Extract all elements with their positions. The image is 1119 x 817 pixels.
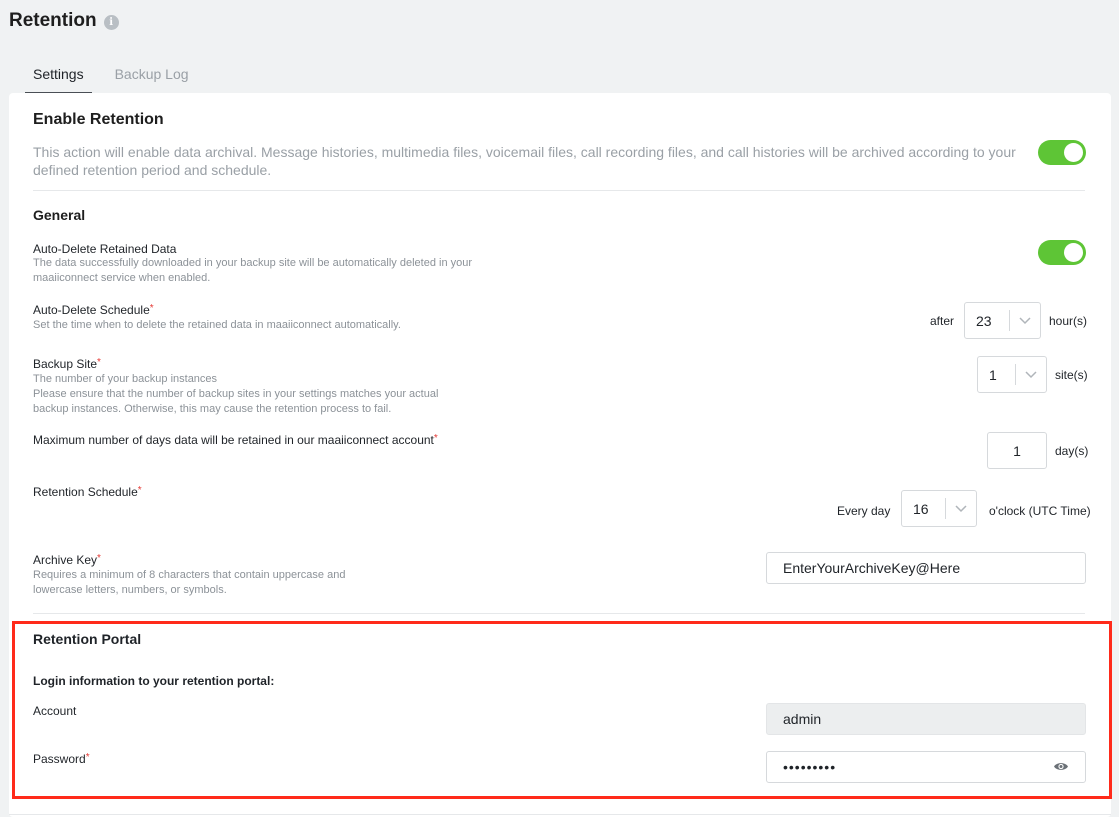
max-days-label: Maximum number of days data will be reta… bbox=[33, 433, 438, 447]
toggle-knob bbox=[1064, 243, 1083, 262]
backup-site-select[interactable]: 1 bbox=[977, 356, 1047, 393]
backup-site-label: Backup Site* bbox=[33, 357, 101, 371]
enable-retention-desc-line1: This action will enable data archival. M… bbox=[33, 144, 1016, 160]
archive-key-label-text: Archive Key bbox=[33, 553, 98, 567]
archive-key-input[interactable]: EnterYourArchiveKey@Here bbox=[766, 552, 1086, 584]
auto-delete-hour-select[interactable]: 23 bbox=[964, 302, 1041, 339]
chevron-down-icon bbox=[946, 504, 976, 513]
select-value: 1 bbox=[989, 366, 997, 383]
after-label: after bbox=[930, 314, 955, 328]
auto-delete-label: Auto-Delete Retained Data bbox=[33, 242, 177, 256]
chevron-down-icon bbox=[1016, 370, 1046, 379]
every-day-label: Every day bbox=[837, 504, 891, 518]
oclock-unit: o'clock (UTC Time) bbox=[989, 504, 1091, 518]
chevron-down-icon bbox=[1010, 316, 1040, 325]
select-value: 23 bbox=[976, 312, 992, 329]
hours-unit: hour(s) bbox=[1049, 314, 1088, 328]
tab-bar: Settings Backup Log bbox=[25, 60, 212, 94]
auto-delete-schedule-label: Auto-Delete Schedule* bbox=[33, 303, 154, 317]
divider bbox=[33, 190, 1085, 191]
archive-key-desc-line2: lowercase letters, numbers, or symbols. bbox=[33, 584, 227, 596]
archive-key-label: Archive Key* bbox=[33, 553, 101, 567]
required-marker: * bbox=[97, 357, 101, 368]
max-days-label-text: Maximum number of days data will be reta… bbox=[33, 433, 434, 447]
archive-key-desc: Requires a minimum of 8 characters that … bbox=[33, 568, 345, 598]
required-marker: * bbox=[149, 303, 154, 314]
required-marker: * bbox=[433, 433, 438, 444]
select-value: 16 bbox=[913, 500, 929, 517]
enable-retention-toggle[interactable] bbox=[1038, 140, 1086, 165]
toggle-knob bbox=[1064, 143, 1083, 162]
divider bbox=[33, 613, 1085, 614]
retention-schedule-label: Retention Schedule* bbox=[33, 485, 142, 499]
retention-hour-select[interactable]: 16 bbox=[901, 490, 977, 527]
backup-site-desc-line1: The number of your backup instances bbox=[33, 373, 218, 385]
auto-delete-desc-line2: maaiiconnect service when enabled. bbox=[33, 272, 211, 284]
backup-site-desc-line3: backup instances. Otherwise, this may ca… bbox=[33, 403, 392, 415]
page-title: Retention bbox=[9, 10, 97, 31]
bottom-divider bbox=[9, 814, 1111, 815]
enable-retention-title: Enable Retention bbox=[33, 111, 164, 128]
max-days-input[interactable]: 1 bbox=[987, 432, 1047, 469]
auto-delete-schedule-label-text: Auto-Delete Schedule bbox=[33, 303, 150, 317]
page-header: Retention i bbox=[9, 10, 119, 32]
backup-site-label-text: Backup Site bbox=[33, 357, 98, 371]
enable-retention-desc-line2: defined retention period and schedule. bbox=[33, 162, 272, 178]
auto-delete-desc: The data successfully downloaded in your… bbox=[33, 256, 472, 286]
tab-settings[interactable]: Settings bbox=[25, 60, 92, 94]
auto-delete-desc-line1: The data successfully downloaded in your… bbox=[33, 257, 473, 269]
backup-site-desc-line2: Please ensure that the number of backup … bbox=[33, 388, 439, 400]
info-icon[interactable]: i bbox=[103, 14, 119, 30]
days-unit: day(s) bbox=[1055, 444, 1089, 458]
backup-site-desc: The number of your backup instances Plea… bbox=[33, 372, 438, 417]
tab-backup-log[interactable]: Backup Log bbox=[107, 60, 197, 94]
general-title: General bbox=[33, 207, 86, 223]
auto-delete-toggle[interactable] bbox=[1038, 240, 1086, 265]
required-marker: * bbox=[137, 485, 142, 496]
archive-key-desc-line1: Requires a minimum of 8 characters that … bbox=[33, 569, 346, 581]
highlight-box bbox=[12, 621, 1112, 799]
sites-unit: site(s) bbox=[1055, 368, 1088, 382]
required-marker: * bbox=[97, 553, 101, 564]
retention-schedule-label-text: Retention Schedule bbox=[33, 485, 138, 499]
auto-delete-schedule-desc: Set the time when to delete the retained… bbox=[33, 319, 401, 331]
enable-retention-description: This action will enable data archival. M… bbox=[33, 143, 1016, 179]
